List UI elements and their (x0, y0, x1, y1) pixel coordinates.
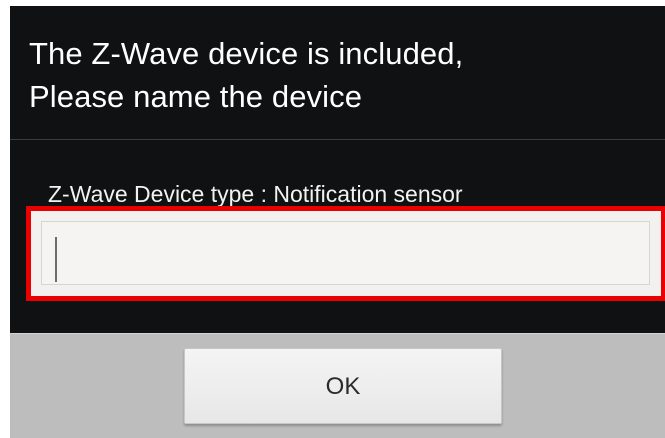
ok-button[interactable]: OK (184, 348, 502, 424)
dialog-title-line-2: Please name the device (29, 79, 363, 114)
title-divider (10, 139, 665, 140)
device-type-label: Z-Wave Device type : Notification sensor (48, 181, 463, 207)
dialog-title: The Z-Wave device is included, Please na… (29, 32, 665, 118)
dialog-title-area: The Z-Wave device is included, Please na… (10, 6, 665, 139)
device-name-highlight (26, 206, 665, 301)
device-name-input[interactable] (41, 221, 650, 285)
dialog-title-line-1: The Z-Wave device is included, (29, 36, 464, 71)
include-device-dialog: The Z-Wave device is included, Please na… (10, 6, 665, 438)
dialog-button-bar: OK (10, 333, 665, 438)
